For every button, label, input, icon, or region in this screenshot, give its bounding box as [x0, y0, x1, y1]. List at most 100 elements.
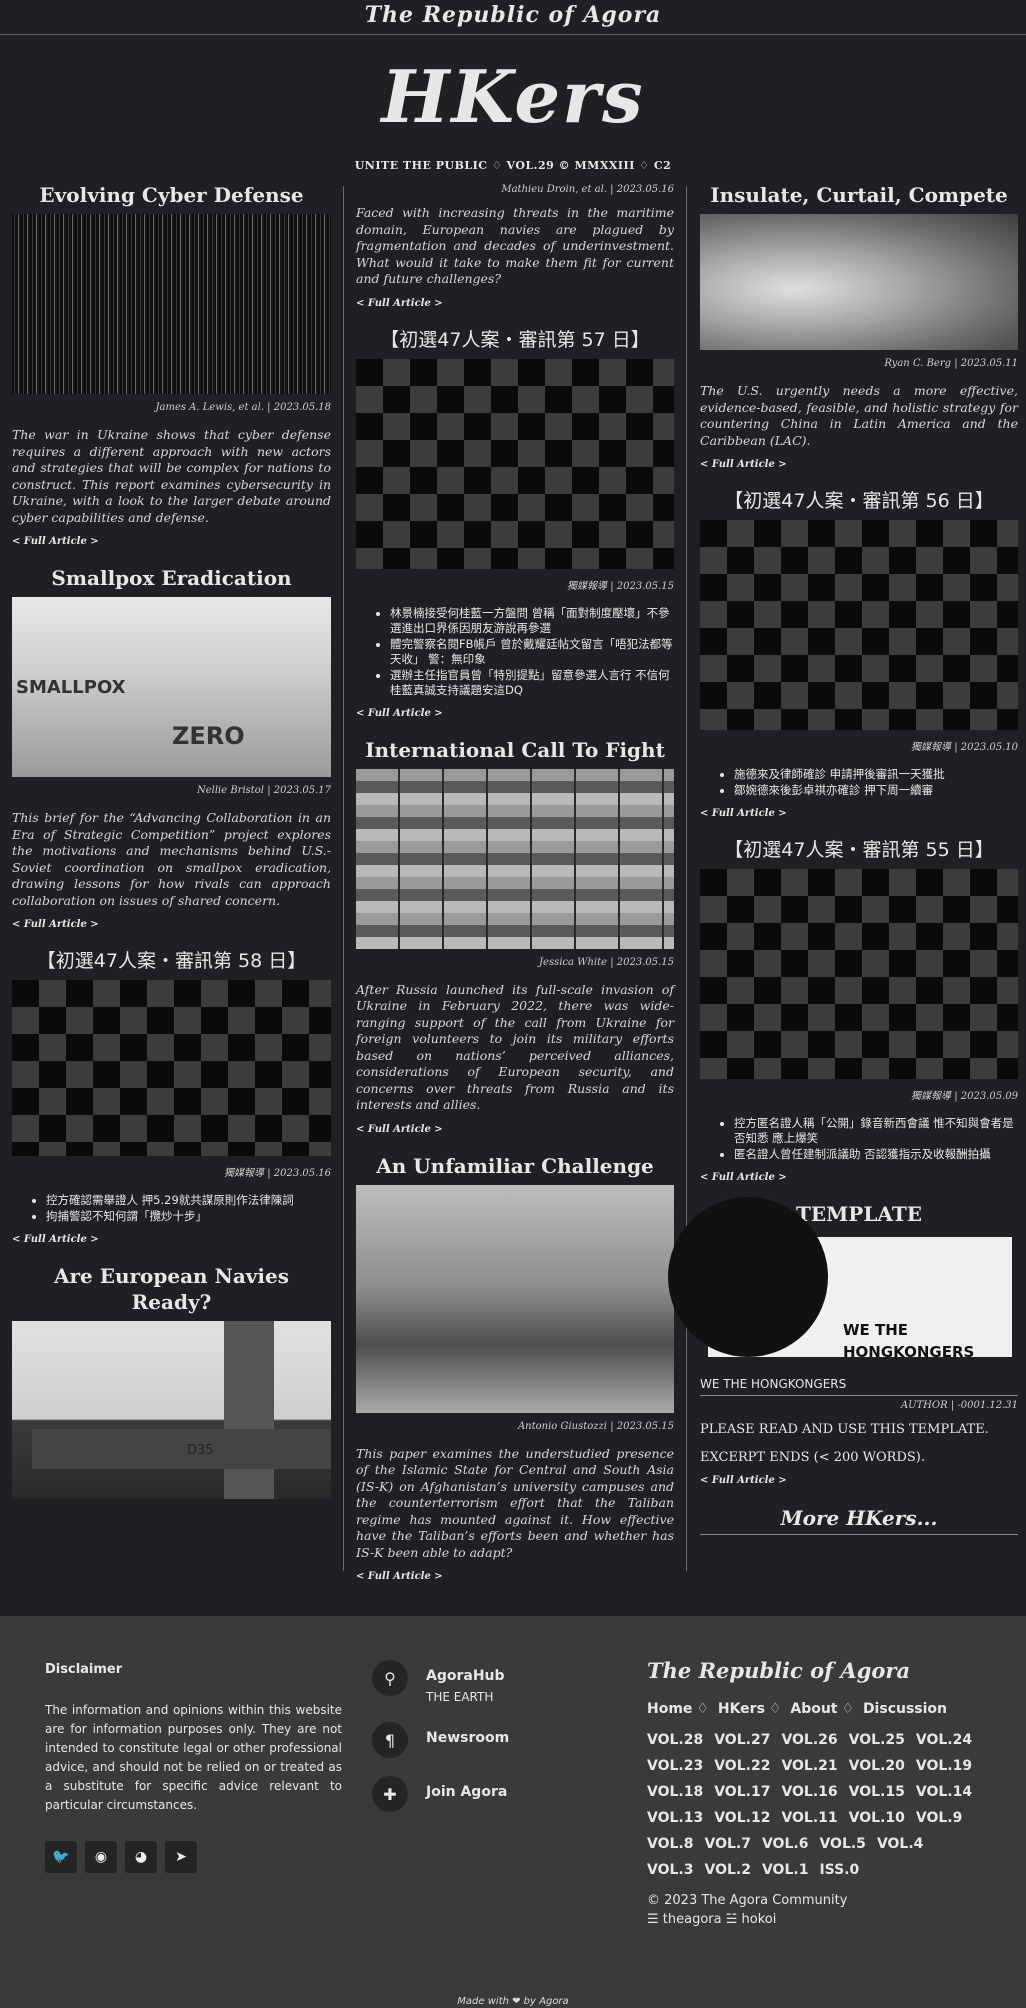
full-article-link[interactable]: < Full Article > — [700, 808, 1018, 819]
volume-link[interactable]: VOL.2 — [704, 1857, 750, 1883]
menu-item-agorahub[interactable]: ⚲ AgoraHub THE EARTH — [372, 1660, 509, 1704]
article-card: 【初選47人案・審訊第 55 日】 獨媒報導 | 2023.05.09 控方匿名… — [700, 837, 1018, 1183]
made-with: Made with ❤ by Agora — [457, 1996, 569, 2007]
volume-link[interactable]: VOL.18 — [647, 1779, 703, 1805]
article-image[interactable] — [700, 520, 1018, 730]
article-columns: Evolving Cyber Defense James A. Lewis, e… — [0, 182, 1026, 1582]
volume-links: VOL.28 VOL.27 VOL.26 VOL.25 VOL.24VOL.23 VOL.… — [647, 1727, 987, 1883]
article-card: 【初選47人案・審訊第 57 日】 獨媒報導 | 2023.05.15 林景楠接… — [356, 327, 674, 719]
article-title[interactable]: 【初選47人案・審訊第 55 日】 — [700, 837, 1018, 863]
masthead: HKers UNITE THE PUBLIC ♢ VOL.29 © MMXXII… — [0, 47, 1026, 172]
footer-handles: ☰ theagora ☱ hokoi — [647, 1912, 777, 1927]
article-title[interactable]: 【初選47人案・審訊第 58 日】 — [12, 948, 331, 974]
article-title[interactable]: Smallpox Eradication — [12, 565, 331, 591]
volume-link[interactable]: VOL.26 — [781, 1727, 837, 1753]
article-image[interactable] — [356, 768, 674, 949]
nav-home[interactable]: Home — [647, 1701, 692, 1717]
volume-link[interactable]: VOL.20 — [849, 1753, 905, 1779]
template-body: PLEASE READ AND USE THIS TEMPLATE. — [700, 1422, 989, 1437]
article-image[interactable] — [12, 214, 331, 394]
volume-link[interactable]: VOL.10 — [849, 1805, 905, 1831]
volume-link[interactable]: VOL.19 — [916, 1753, 972, 1779]
article-card: Mathieu Droin, et al. | 2023.05.16 Faced… — [356, 184, 674, 309]
volume-link[interactable]: VOL.16 — [781, 1779, 837, 1805]
article-image[interactable]: SMALLPOX ZERO — [12, 597, 331, 777]
column-left: Evolving Cyber Defense James A. Lewis, e… — [12, 182, 331, 1499]
volume-link[interactable]: VOL.23 — [647, 1753, 703, 1779]
footer-brand[interactable]: The Republic of Agora — [647, 1658, 987, 1683]
full-article-link[interactable]: < Full Article > — [700, 1475, 1018, 1486]
column-center: Mathieu Droin, et al. | 2023.05.16 Faced… — [356, 182, 674, 1600]
volume-link[interactable]: VOL.3 — [647, 1857, 693, 1883]
volume-link[interactable]: VOL.22 — [714, 1753, 770, 1779]
article-image[interactable]: D35 — [12, 1321, 331, 1499]
full-article-link[interactable]: < Full Article > — [356, 1571, 674, 1582]
volume-link[interactable]: VOL.8 — [647, 1831, 693, 1857]
reddit-icon[interactable]: ◕ — [125, 1841, 157, 1873]
ship-mast — [224, 1321, 274, 1499]
menu-item-newsroom[interactable]: ¶ Newsroom — [372, 1722, 509, 1758]
template-card: TEMPLATE WE THE HONGKONGERS WE THE HONGK… — [668, 1197, 1018, 1486]
article-title[interactable]: 【初選47人案・審訊第 56 日】 — [700, 488, 1018, 514]
article-title[interactable]: Evolving Cyber Defense — [12, 182, 331, 208]
twitter-icon[interactable]: 🐦 — [45, 1841, 77, 1873]
volume-link[interactable]: VOL.12 — [714, 1805, 770, 1831]
nav-hkers[interactable]: HKers — [718, 1701, 765, 1717]
full-article-link[interactable]: < Full Article > — [356, 298, 674, 309]
article-card: 【初選47人案・審訊第 58 日】 獨媒報導 | 2023.05.16 控方確認… — [12, 948, 331, 1245]
article-title[interactable]: An Unfamiliar Challenge — [356, 1153, 674, 1179]
volume-link[interactable]: VOL.11 — [781, 1805, 837, 1831]
article-title[interactable]: International Call To Fight — [356, 737, 674, 763]
volume-link[interactable]: VOL.9 — [916, 1805, 962, 1831]
full-article-link[interactable]: < Full Article > — [12, 536, 331, 547]
nav-about[interactable]: About — [790, 1701, 837, 1717]
volume-link[interactable]: VOL.28 — [647, 1727, 703, 1753]
volume-link[interactable]: VOL.6 — [762, 1831, 808, 1857]
menu-item-join-agora[interactable]: ✚ Join Agora — [372, 1776, 509, 1812]
more-hkers-link[interactable]: More HKers... — [700, 1506, 1018, 1535]
disclaimer-text: The information and opinions within this… — [45, 1703, 342, 1812]
column-divider — [686, 186, 687, 1571]
full-article-link[interactable]: < Full Article > — [356, 1124, 674, 1135]
article-image[interactable] — [356, 358, 674, 569]
full-article-link[interactable]: < Full Article > — [12, 1234, 331, 1245]
volume-link[interactable]: VOL.25 — [849, 1727, 905, 1753]
full-article-link[interactable]: < Full Article > — [700, 459, 1018, 470]
article-image[interactable] — [700, 214, 1018, 350]
article-summary: The war in Ukraine shows that cyber defe… — [12, 427, 331, 525]
volume-link[interactable]: VOL.4 — [877, 1831, 923, 1857]
volume-link[interactable]: VOL.5 — [819, 1831, 865, 1857]
template-image[interactable]: WE THE HONGKONGERS — [668, 1197, 1012, 1361]
article-title[interactable]: Are European Navies Ready? — [12, 1263, 331, 1315]
article-title[interactable]: Insulate, Curtail, Compete — [700, 182, 1018, 208]
volume-link[interactable]: VOL.7 — [704, 1831, 750, 1857]
article-byline: Antonio Giustozzi | 2023.05.15 — [517, 1420, 674, 1432]
volume-link[interactable]: VOL.15 — [849, 1779, 905, 1805]
volume-link[interactable]: ISS.0 — [819, 1857, 859, 1883]
volume-link[interactable]: VOL.27 — [714, 1727, 770, 1753]
volume-link[interactable]: VOL.17 — [714, 1779, 770, 1805]
full-article-link[interactable]: < Full Article > — [356, 708, 674, 719]
volume-link[interactable]: VOL.24 — [916, 1727, 972, 1753]
article-image[interactable] — [356, 1184, 674, 1413]
full-article-link[interactable]: < Full Article > — [12, 919, 331, 930]
article-summary: The U.S. urgently needs a more effective… — [700, 383, 1018, 448]
nav-discussion[interactable]: Discussion — [863, 1701, 947, 1717]
telegram-icon[interactable]: ➤ — [165, 1841, 197, 1873]
tagline: UNITE THE PUBLIC ♢ VOL.29 © MMXXIII ♢ C2 — [354, 159, 672, 172]
article-title[interactable]: 【初選47人案・審訊第 57 日】 — [356, 327, 674, 353]
volume-link[interactable]: VOL.1 — [762, 1857, 808, 1883]
volume-link[interactable]: VOL.13 — [647, 1805, 703, 1831]
site-logo[interactable]: HKers — [0, 47, 1026, 147]
volume-link[interactable]: VOL.14 — [916, 1779, 972, 1805]
article-card: Smallpox Eradication SMALLPOX ZERO Nelli… — [12, 565, 331, 930]
full-article-link[interactable]: < Full Article > — [700, 1172, 1018, 1183]
puzzle-icon: ✚ — [372, 1776, 408, 1812]
github-icon[interactable]: ◉ — [85, 1841, 117, 1873]
article-image[interactable] — [12, 980, 331, 1156]
article-image[interactable] — [700, 869, 1018, 1079]
bullet-item: 控方確認需舉證人 押5.29就共謀原則作法律陳詞 — [46, 1193, 331, 1208]
menu-item-title: AgoraHub — [426, 1668, 505, 1684]
volume-link[interactable]: VOL.21 — [781, 1753, 837, 1779]
site-title[interactable]: The Republic of Agora — [365, 2, 662, 28]
